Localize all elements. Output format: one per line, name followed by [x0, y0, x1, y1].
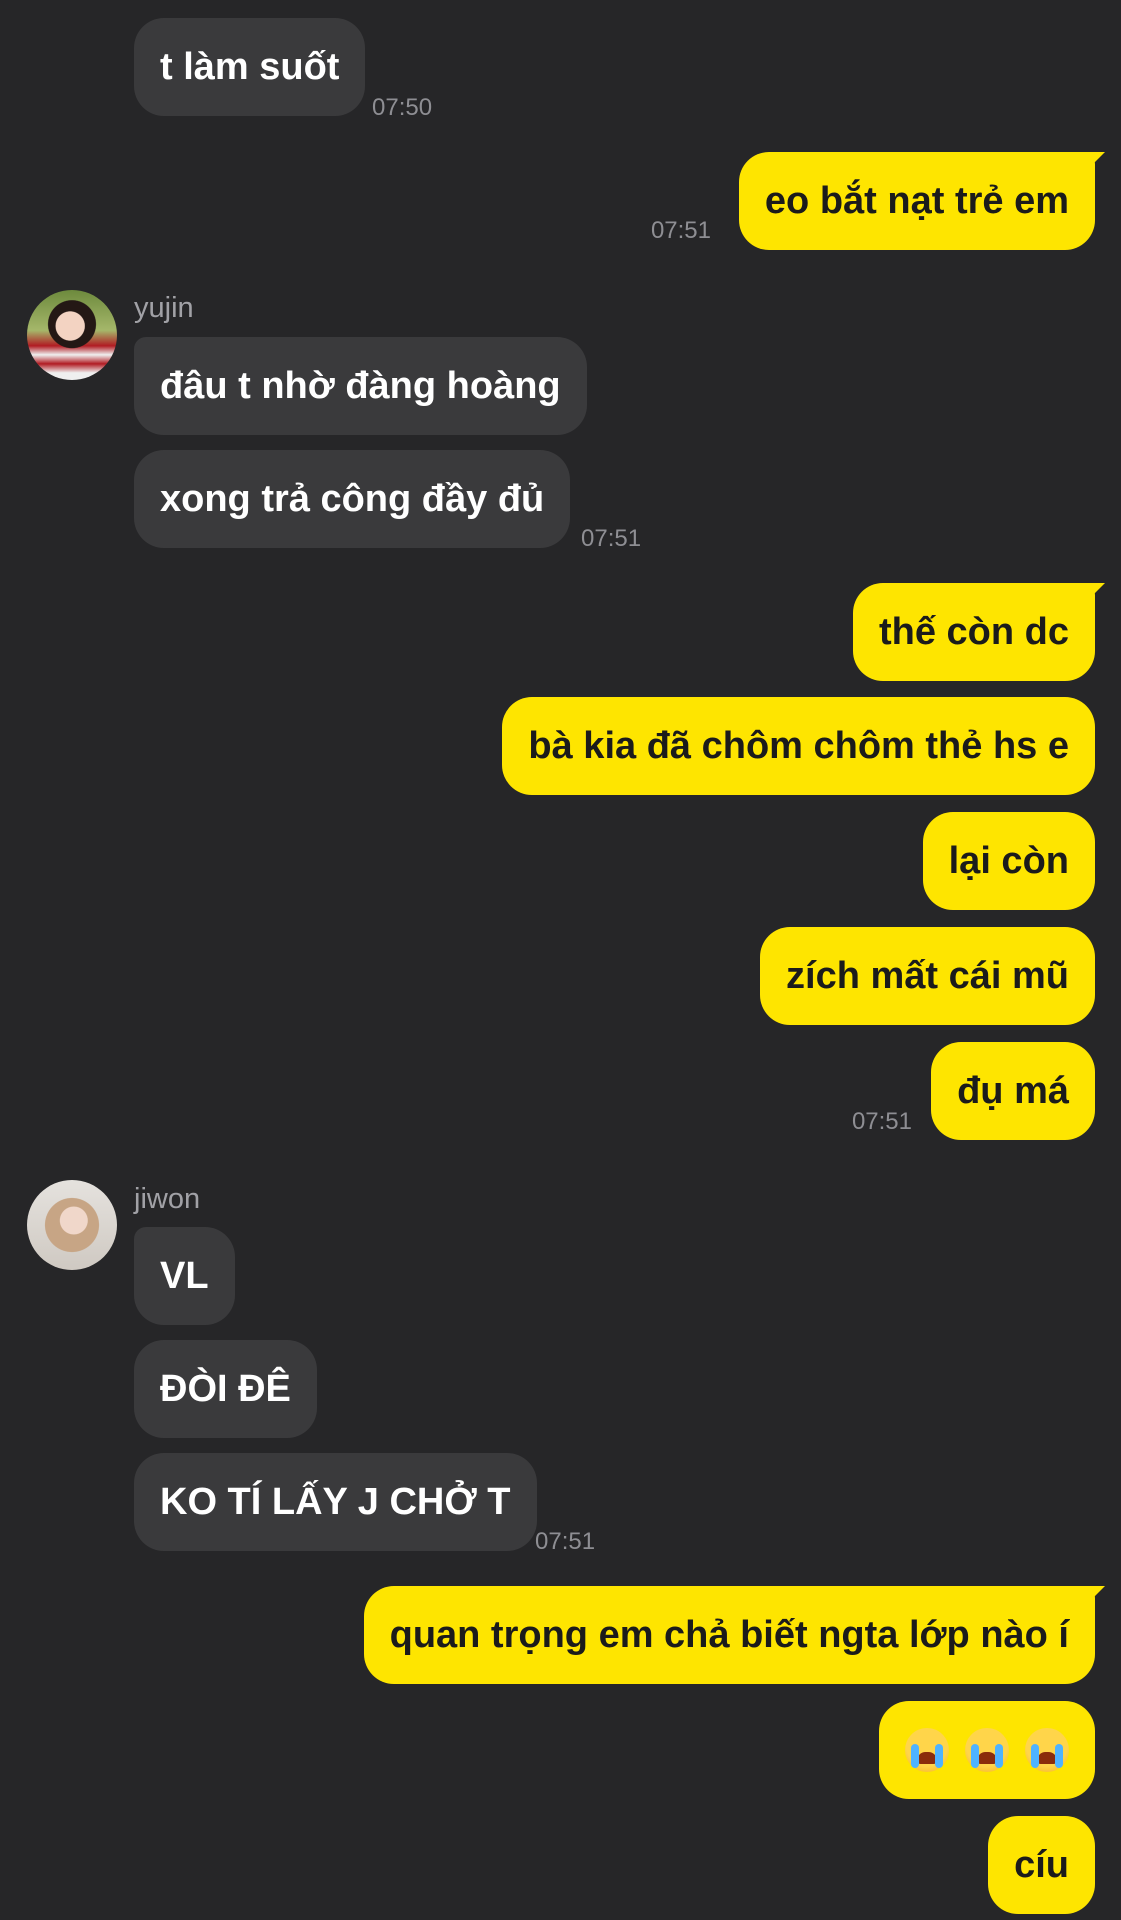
- message-text: bà kia đã chôm chôm thẻ hs e: [528, 724, 1069, 767]
- message-text: cíu: [1014, 1843, 1069, 1886]
- outgoing-message[interactable]: eo bắt nạt trẻ em: [738, 152, 1095, 250]
- message-time: 07:51: [535, 1528, 596, 1555]
- incoming-message[interactable]: KO TÍ LẤY J CHỞ T: [134, 1453, 537, 1551]
- message-text: đụ má: [957, 1069, 1069, 1112]
- message-text: quan trọng em chả biết ngta lớp nào í: [389, 1613, 1069, 1656]
- message-text: ĐÒI ĐÊ: [160, 1367, 291, 1410]
- message-text: zích mất cái mũ: [786, 954, 1069, 997]
- message-text: t làm suốt: [160, 45, 340, 88]
- message-text: VL: [160, 1254, 209, 1297]
- message-text: thế còn dc: [878, 610, 1069, 653]
- outgoing-message[interactable]: thế còn dc: [852, 583, 1095, 681]
- message-time: 07:51: [650, 217, 711, 244]
- outgoing-message[interactable]: lại còn: [922, 812, 1095, 910]
- message-text: eo bắt nạt trẻ em: [764, 179, 1069, 222]
- message-text: đâu t nhờ đàng hoàng: [160, 364, 561, 407]
- outgoing-message[interactable]: quan trọng em chả biết ngta lớp nào í: [363, 1586, 1095, 1684]
- outgoing-message[interactable]: zích mất cái mũ: [760, 927, 1095, 1025]
- loudly-crying-face-icon: [965, 1728, 1009, 1772]
- outgoing-message[interactable]: đụ má: [931, 1042, 1095, 1140]
- sender-name: jiwon: [134, 1183, 201, 1215]
- incoming-message[interactable]: ĐÒI ĐÊ: [134, 1340, 317, 1438]
- incoming-message[interactable]: t làm suốt: [134, 18, 366, 116]
- incoming-message[interactable]: đâu t nhờ đàng hoàng: [134, 337, 587, 435]
- incoming-message[interactable]: xong trả công đầy đủ: [134, 450, 571, 548]
- outgoing-message[interactable]: cíu: [988, 1816, 1095, 1914]
- loudly-crying-face-icon: [905, 1728, 949, 1772]
- chat-thread[interactable]: t làm suốt 07:50 eo bắt nạt trẻ em 07:51…: [0, 0, 1121, 1920]
- message-time: 07:51: [851, 1108, 912, 1135]
- message-text: lại còn: [948, 839, 1069, 882]
- sender-name: yujin: [134, 292, 194, 324]
- loudly-crying-face-icon: [1025, 1728, 1069, 1772]
- message-time: 07:50: [372, 94, 433, 121]
- outgoing-message[interactable]: [879, 1701, 1095, 1799]
- outgoing-message[interactable]: bà kia đã chôm chôm thẻ hs e: [502, 697, 1095, 795]
- message-time: 07:51: [581, 525, 642, 552]
- message-text: xong trả công đầy đủ: [160, 477, 545, 520]
- jiwon-avatar[interactable]: [27, 1180, 117, 1270]
- incoming-message[interactable]: VL: [134, 1227, 235, 1325]
- yujin-avatar[interactable]: [27, 290, 117, 380]
- message-text: KO TÍ LẤY J CHỞ T: [160, 1480, 511, 1523]
